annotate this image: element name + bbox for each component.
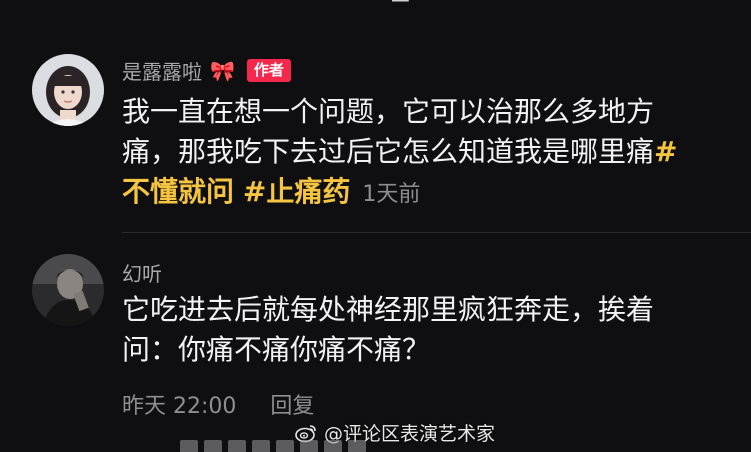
hashtag-link[interactable]: #止痛药 bbox=[243, 175, 350, 208]
comment-text: 它吃进去后就每处神经那里疯狂奔走，挨着 问：你痛不痛你痛不痛？ bbox=[122, 290, 722, 370]
hashtag-link[interactable]: 不懂就问 bbox=[122, 175, 234, 208]
avatar-girl-icon bbox=[32, 54, 104, 126]
comment-text-line: 我一直在想一个问题，它可以治那么多地方 bbox=[122, 95, 655, 128]
comment-text-line: 它吃进去后就每处神经那里疯狂奔走，挨着 bbox=[122, 293, 655, 326]
reply-button[interactable]: 回复 bbox=[270, 388, 314, 420]
comment-time: 1天前 bbox=[362, 182, 421, 207]
avatar-man-icon bbox=[32, 254, 104, 326]
divider bbox=[122, 232, 751, 233]
avatar[interactable] bbox=[32, 54, 104, 126]
cropped-footer-fragment bbox=[180, 440, 400, 452]
avatar[interactable] bbox=[32, 254, 104, 326]
username-row: 是露露啦 🎀 作者 bbox=[122, 56, 291, 85]
comment-text-line: 痛，那我吃下去过后它怎么知道我是哪里痛# bbox=[122, 132, 722, 172]
comment-time: 昨天 22:00 bbox=[122, 394, 237, 419]
comment-text-segment: 痛，那我吃下去过后它怎么知道我是哪里痛 bbox=[122, 135, 655, 168]
comment-meta: 昨天 22:00 回复 bbox=[122, 388, 314, 420]
comment-text-line: 不懂就问 #止痛药 1天前 bbox=[122, 172, 722, 215]
username[interactable]: 幻听 bbox=[122, 258, 162, 287]
cropped-header-fragment: ··· ▬ ▬▬▬▬ bbox=[346, 0, 506, 8]
comment-text-line: 问：你痛不痛你痛不痛？ bbox=[122, 333, 431, 366]
author-badge: 作者 bbox=[246, 59, 291, 82]
comment-text: 我一直在想一个问题，它可以治那么多地方 痛，那我吃下去过后它怎么知道我是哪里痛#… bbox=[122, 92, 722, 215]
username-row: 幻听 bbox=[122, 258, 162, 287]
bow-icon: 🎀 bbox=[210, 58, 235, 83]
username[interactable]: 是露露啦 bbox=[122, 56, 202, 85]
hashtag-mark[interactable]: # bbox=[654, 135, 677, 168]
